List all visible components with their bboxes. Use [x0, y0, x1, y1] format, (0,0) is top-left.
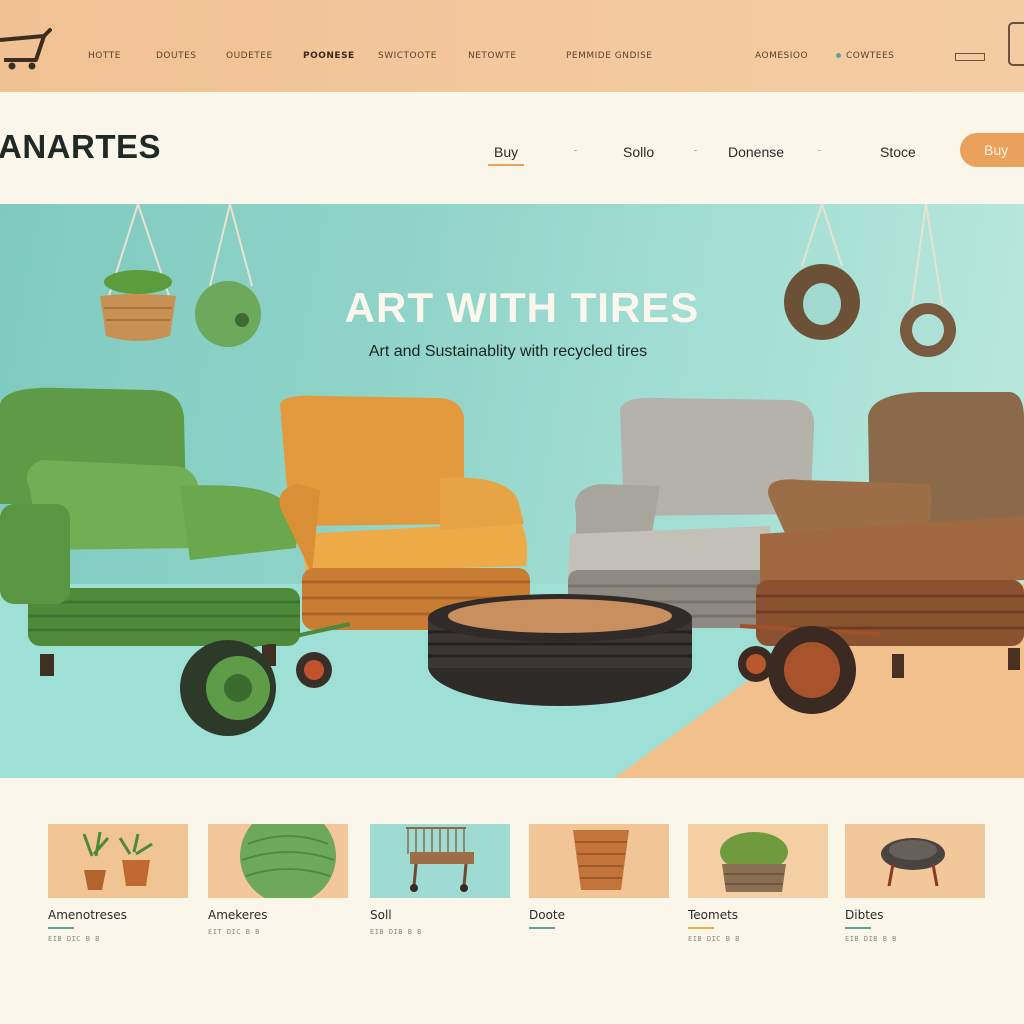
- dot-icon: [836, 53, 841, 58]
- product-meta: EIB DIB B B: [845, 935, 897, 943]
- title-underline: [845, 927, 871, 929]
- product-image: [48, 824, 188, 898]
- product-meta: EIB DIC B B: [688, 935, 740, 943]
- product-title: Amekeres: [208, 908, 268, 922]
- title-underline: [529, 927, 555, 929]
- product-image: [370, 824, 510, 898]
- title-underline: [48, 927, 74, 929]
- brand-logo[interactable]: ANARTES: [0, 128, 161, 166]
- nav-link-1[interactable]: HOTTE: [88, 51, 121, 61]
- product-card[interactable]: Dibtes EIB DIB B B: [845, 824, 985, 943]
- phone-icon[interactable]: [1008, 22, 1024, 66]
- product-title: Doote: [529, 908, 566, 922]
- orange-armchair-icon: [279, 395, 530, 630]
- buy-button[interactable]: Buy: [960, 133, 1024, 167]
- product-title: Soll: [370, 908, 392, 922]
- product-list: Amenotreses EIB DIC B B Amekeres EIT DIC…: [0, 778, 1024, 1024]
- hero-subtitle: Art and Sustainablity with recycled tire…: [368, 343, 648, 360]
- hero-banner: ART WITH TIRES Art and Sustainablity wit…: [0, 204, 1024, 778]
- nav-link-7[interactable]: PEMMIDE GNDISE: [566, 51, 652, 61]
- header-link-donate[interactable]: Donense: [728, 144, 784, 160]
- potted-plant-icon: [82, 831, 153, 890]
- header-link-store[interactable]: Stoce: [880, 144, 916, 160]
- green-armchair-icon: [0, 387, 300, 676]
- cart-chair-icon: [406, 827, 474, 892]
- nav-link-2[interactable]: DOUTES: [156, 51, 197, 61]
- nav-link-5[interactable]: SWICTOOTE: [378, 51, 437, 61]
- search-input[interactable]: [955, 53, 985, 61]
- hero-title: ART WITH TIRES: [344, 284, 700, 331]
- nav-link-6[interactable]: NETOWTE: [468, 51, 517, 61]
- nav-link-contact[interactable]: COWTEES: [836, 51, 894, 61]
- product-title: Teomets: [688, 908, 739, 922]
- nav-link-4[interactable]: POONESE: [303, 51, 355, 61]
- nav-link-contact-label: COWTEES: [846, 51, 895, 61]
- top-nav-bar: HOTTE DOUTES OUDETEE POONESE SWICTOOTE N…: [0, 0, 1024, 92]
- tire-ottoman-icon: [240, 824, 336, 898]
- product-image: [688, 824, 828, 898]
- product-title: Amenotreses: [48, 908, 127, 922]
- product-card[interactable]: Soll EIB DIB B B: [370, 824, 510, 936]
- divider: [818, 150, 821, 151]
- nav-link-account[interactable]: AOMESIOO: [755, 51, 808, 61]
- header-link-sell[interactable]: Sollo: [623, 144, 654, 160]
- tire-seat-icon: [881, 838, 945, 887]
- tire-pot-icon: [573, 830, 629, 890]
- tire-planter-icon: [720, 832, 788, 892]
- site-header: ANARTES Buy Sollo Donense Stoce: [0, 92, 1024, 204]
- product-card[interactable]: Doote: [529, 824, 669, 929]
- tire-table-icon: [428, 594, 692, 706]
- shopping-cart-icon[interactable]: [0, 26, 52, 72]
- product-image: [208, 824, 348, 898]
- product-card[interactable]: Amekeres EIT DIC B B: [208, 824, 348, 936]
- product-card[interactable]: Teomets EIB DIC B B: [688, 824, 828, 943]
- divider: [694, 150, 697, 151]
- product-title: Dibtes: [845, 908, 884, 922]
- hanging-tire-icon: [900, 204, 956, 357]
- title-underline: [688, 927, 714, 929]
- product-card[interactable]: Amenotreses EIB DIC B B: [48, 824, 188, 943]
- divider: [574, 150, 577, 151]
- product-meta: EIB DIC B B: [48, 935, 100, 943]
- header-link-buy[interactable]: Buy: [488, 144, 525, 166]
- nav-link-3[interactable]: OUDETEE: [226, 51, 273, 61]
- product-image: [529, 824, 669, 898]
- product-meta: EIT DIC B B: [208, 928, 260, 936]
- product-image: [845, 824, 985, 898]
- product-meta: EIB DIB B B: [370, 928, 422, 936]
